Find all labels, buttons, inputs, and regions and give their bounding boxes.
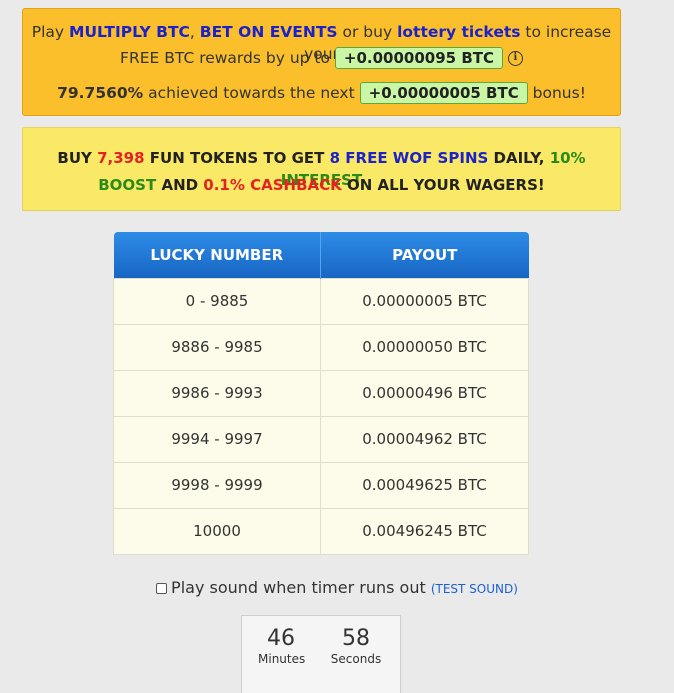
payout-cell: 0.00004962 BTC bbox=[320, 415, 529, 463]
table-row: 0 - 9885 0.00000005 BTC bbox=[113, 277, 529, 325]
lucky-number-cell: 10000 bbox=[113, 507, 321, 555]
cashback-text: 0.1% CASHBACK bbox=[203, 176, 342, 194]
info-icon[interactable]: i bbox=[507, 51, 523, 66]
fun-text: DAILY, bbox=[488, 149, 550, 167]
payout-cell: 0.00000496 BTC bbox=[320, 369, 529, 417]
sound-option-row: Play sound when timer runs out (TEST SOU… bbox=[0, 578, 674, 597]
test-sound-link[interactable]: (TEST SOUND) bbox=[431, 582, 518, 596]
payout-cell: 0.00049625 BTC bbox=[320, 461, 529, 509]
lottery-tickets-link[interactable]: lottery tickets bbox=[397, 23, 520, 41]
fun-text: AND bbox=[156, 176, 204, 194]
lucky-number-cell: 0 - 9885 bbox=[113, 277, 321, 325]
promo-text: or buy bbox=[337, 23, 398, 41]
table-row: 10000 0.00496245 BTC bbox=[113, 507, 529, 555]
payout-cell: 0.00496245 BTC bbox=[320, 507, 529, 555]
seconds-label: Seconds bbox=[330, 652, 382, 666]
lucky-number-cell: 9986 - 9993 bbox=[113, 369, 321, 417]
table-row: 9994 - 9997 0.00004962 BTC bbox=[113, 415, 529, 463]
fun-token-count: 7,398 bbox=[97, 149, 145, 167]
bonus-promo-banner: Play MULTIPLY BTC, BET ON EVENTS or buy … bbox=[22, 8, 621, 116]
seconds-value: 58 bbox=[342, 626, 370, 651]
promo-text: achieved towards the next bbox=[143, 84, 360, 102]
minutes-label: Minutes bbox=[258, 652, 306, 666]
promo-text: Play bbox=[31, 23, 70, 41]
payout-table: LUCKY NUMBER PAYOUT 0 - 9885 0.00000005 … bbox=[113, 232, 529, 555]
fun-text: BUY bbox=[57, 149, 98, 167]
bet-on-events-link[interactable]: BET ON EVENTS bbox=[200, 23, 338, 41]
timer-minutes: 46 Minutes bbox=[258, 626, 306, 666]
countdown-timer: 46 Minutes 58 Seconds bbox=[241, 615, 401, 693]
lucky-number-header: LUCKY NUMBER bbox=[113, 232, 321, 278]
payout-cell: 0.00000005 BTC bbox=[320, 277, 529, 325]
minutes-value: 46 bbox=[267, 626, 295, 651]
payout-cell: 0.00000050 BTC bbox=[320, 323, 529, 371]
wof-spins-text: 8 FREE WOF SPINS bbox=[329, 149, 489, 167]
fun-tokens-banner: BUY 7,398 FUN TOKENS TO GET 8 FREE WOF S… bbox=[22, 127, 621, 211]
table-row: 9998 - 9999 0.00049625 BTC bbox=[113, 461, 529, 509]
progress-percent: 79.7560% bbox=[57, 84, 144, 102]
promo-line-2: FREE BTC rewards by up to +0.00000095 BT… bbox=[23, 47, 620, 69]
fun-line-2: BOOST AND 0.1% CASHBACK ON ALL YOUR WAGE… bbox=[23, 174, 620, 196]
lucky-number-cell: 9886 - 9985 bbox=[113, 323, 321, 371]
fun-text: FUN TOKENS TO GET bbox=[144, 149, 330, 167]
reward-amount-badge: +0.00000095 BTC bbox=[334, 47, 503, 69]
table-header-row: LUCKY NUMBER PAYOUT bbox=[113, 232, 529, 278]
promo-line-3: 79.7560% achieved towards the next +0.00… bbox=[23, 82, 620, 104]
multiply-btc-link[interactable]: MULTIPLY BTC bbox=[69, 23, 190, 41]
table-row: 9886 - 9985 0.00000050 BTC bbox=[113, 323, 529, 371]
play-sound-label[interactable]: Play sound when timer runs out bbox=[171, 578, 431, 597]
bonus-amount-badge: +0.00000005 BTC bbox=[359, 82, 528, 104]
payout-header: PAYOUT bbox=[320, 232, 529, 278]
boost-text: BOOST bbox=[98, 176, 157, 194]
play-sound-checkbox[interactable] bbox=[156, 583, 168, 594]
fun-text: ON ALL YOUR WAGERS! bbox=[341, 176, 545, 194]
promo-text: , bbox=[189, 23, 200, 41]
lucky-number-cell: 9994 - 9997 bbox=[113, 415, 321, 463]
promo-text: bonus! bbox=[527, 84, 586, 102]
table-row: 9986 - 9993 0.00000496 BTC bbox=[113, 369, 529, 417]
promo-text: FREE BTC rewards by up to bbox=[120, 49, 335, 67]
timer-seconds: 58 Seconds bbox=[330, 626, 382, 666]
lucky-number-cell: 9998 - 9999 bbox=[113, 461, 321, 509]
